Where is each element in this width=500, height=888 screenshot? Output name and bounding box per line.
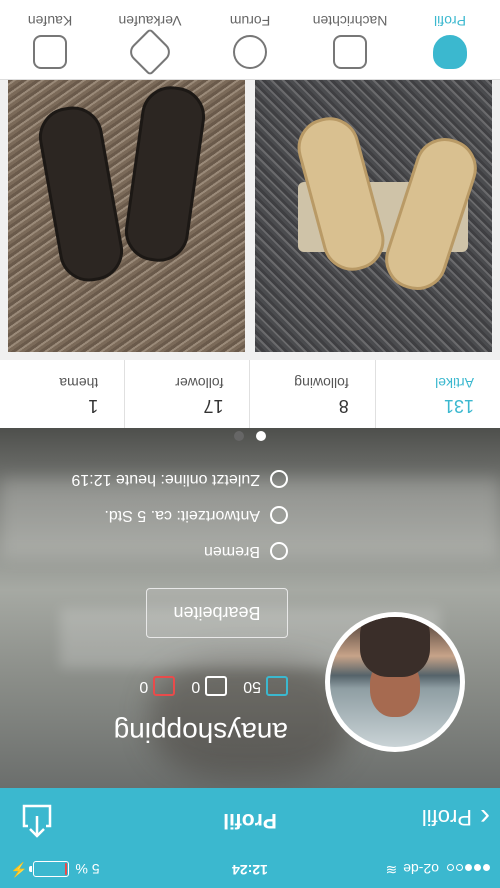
page-title: Profil [223,809,277,832]
tab-label: Verkaufen [118,13,182,29]
tab-nachrichten[interactable]: Nachrichten [300,0,400,79]
response-time-row: Antwortzeit: ca. 5 Std. [104,506,288,524]
stat-follower[interactable]: 17 follower [124,360,250,428]
battery-percent: 5 % [75,861,100,878]
tag-icon [125,27,175,77]
tab-verkaufen[interactable]: Verkaufen [100,0,200,79]
response-time-text: Antwortzeit: ca. 5 Std. [104,507,260,524]
tab-forum[interactable]: Forum [200,0,300,79]
status-bar: o2-de ≋ 12:24 5 % ⚡ [0,852,500,888]
page-indicator[interactable] [0,428,500,444]
username: anayshopping [113,717,288,748]
location-icon [270,542,288,560]
tab-label: Kaufen [27,13,73,29]
stat-value: 131 [443,396,474,416]
rating-counters: 50 0 0 [139,676,288,696]
positive-rating-icon [266,676,288,696]
stat-following[interactable]: 8 following [249,360,375,428]
tab-label: Nachrichten [312,13,388,29]
chat-bubble-icon [233,35,267,69]
page-dot[interactable] [256,431,266,441]
basket-icon [33,35,67,69]
stat-value: 17 [203,396,224,416]
page-dot[interactable] [234,431,244,441]
negative-count: 0 [139,678,149,695]
item-grid [0,80,500,360]
item-thumbnail-sandals-gold[interactable] [255,80,492,352]
neutral-rating-icon [205,676,228,696]
location-row: Bremen [204,542,288,560]
item-thumbnail-sandals-black[interactable] [8,80,245,352]
negative-rating-icon [153,676,176,696]
location-text: Bremen [203,543,260,560]
stat-thema[interactable]: 1 thema [0,360,124,428]
tab-profil[interactable]: Profil [400,0,500,79]
clock-icon [270,506,288,524]
stat-value: 1 [88,396,99,416]
positive-count: 50 [243,678,261,695]
neutral-count: 0 [191,678,201,695]
profile-icon [433,35,467,69]
stat-label: follower [175,375,224,391]
nav-bar: ‹ Profil Profil [0,788,500,852]
neutral-counter: 0 [191,676,228,696]
stat-label: thema [59,375,99,391]
avatar[interactable] [325,612,465,752]
battery-fill [65,863,68,876]
stat-label: Artikel [435,375,474,391]
last-online-row: Zuletzt online: heute 12:19 [71,470,288,488]
tab-label: Forum [229,13,271,29]
stat-label: following [294,375,349,391]
inbox-icon [333,35,367,69]
last-online-text: Zuletzt online: heute 12:19 [71,471,260,488]
stats-bar: 131 Artikel 8 following 17 follower 1 th… [0,359,500,428]
tab-bar: Profil Nachrichten Forum Verkaufen Kaufe… [0,0,500,80]
positive-counter: 50 [243,676,288,696]
tab-label: Profil [434,13,466,29]
negative-counter: 0 [139,676,176,696]
stat-value: 8 [338,396,349,416]
eye-icon [270,470,288,488]
battery-group: 5 % ⚡ [10,861,100,878]
profile-header: anayshopping 50 0 0 Bearbeiten Bremen An… [0,428,500,788]
share-icon[interactable] [22,804,52,838]
edit-profile-button[interactable]: Bearbeiten [146,588,288,638]
tab-kaufen[interactable]: Kaufen [0,0,100,79]
battery-icon [29,861,70,878]
charging-icon: ⚡ [10,862,28,878]
screen: o2-de ≋ 12:24 5 % ⚡ ‹ Profil Profil anay… [0,0,500,888]
avatar-photo [330,617,460,747]
stat-articles[interactable]: 131 Artikel [374,360,500,428]
